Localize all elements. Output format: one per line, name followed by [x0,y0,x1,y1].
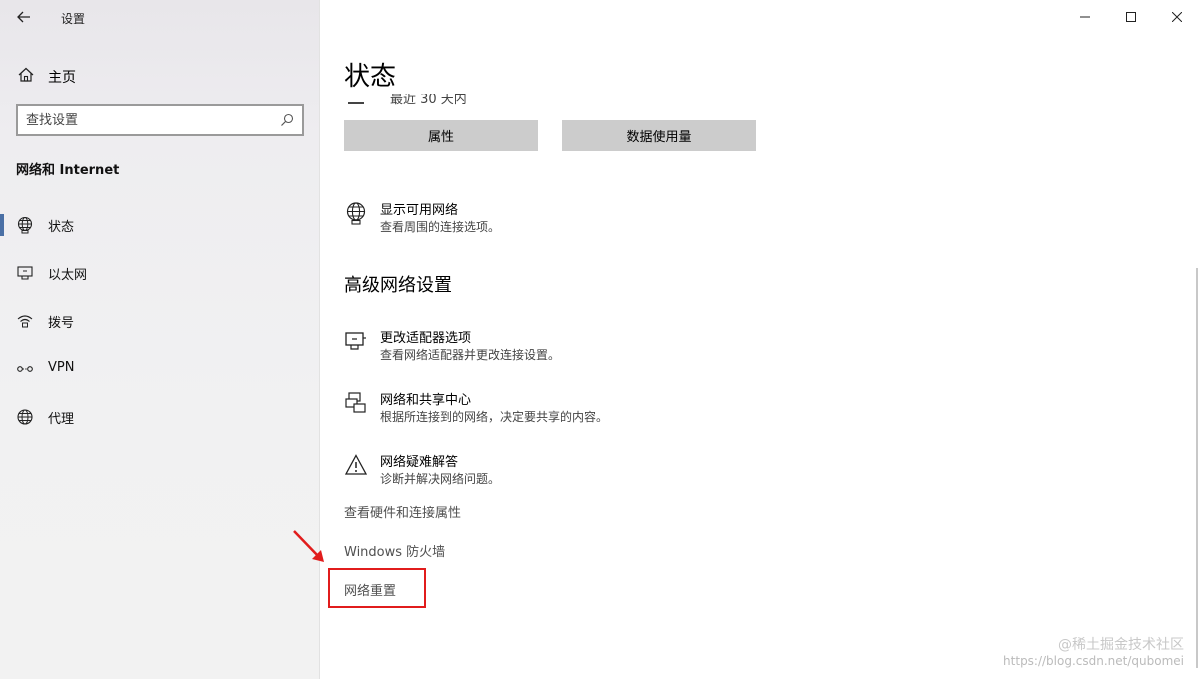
sharing-center-icon [345,392,366,413]
annotation-highlight-box [328,568,426,608]
watermark-line1: @稀土掘金技术社区 [1058,637,1184,653]
search-input[interactable] [26,111,266,129]
clipped-usage-row: 最近 30 天内 [344,94,644,106]
adapter-icon [345,332,366,350]
home-icon [18,67,34,82]
watermark-line2: https://blog.csdn.net/qubomei [1003,654,1184,668]
sharing-center-item[interactable]: 网络和共享中心 根据所连接到的网络，决定要共享的内容。 [344,389,844,429]
item-description: 根据所连接到的网络，决定要共享的内容。 [380,410,609,424]
show-networks-item[interactable]: 显示可用网络 查看周围的连接选项。 [344,199,844,239]
hardware-properties-link[interactable]: 查看硬件和连接属性 [344,502,461,521]
data-usage-icon [348,94,364,104]
sidebar-item-vpn[interactable]: VPN [0,351,320,387]
dialup-icon [17,315,33,328]
scrollbar[interactable] [1196,268,1198,668]
sidebar-item-home[interactable]: 主页 [0,60,320,90]
sidebar: 设置 主页 网络和 Internet 状态 [0,0,320,679]
sidebar-item-label: 代理 [48,412,75,427]
advanced-settings-heading: 高级网络设置 [344,275,452,296]
search-box[interactable] [16,104,304,136]
globe-icon [17,216,33,234]
back-arrow-icon [17,11,30,23]
sidebar-item-label: VPN [48,360,75,375]
app-title: 设置 [61,12,86,26]
caption-buttons [1062,0,1200,34]
maximize-button[interactable] [1108,0,1154,34]
sidebar-item-status[interactable]: 状态 [0,207,320,243]
section-title: 网络和 Internet [16,163,120,178]
proxy-globe-icon [17,409,33,425]
troubleshoot-item[interactable]: 网络疑难解答 诊断并解决网络问题。 [344,451,844,491]
sidebar-item-proxy[interactable]: 代理 [0,399,320,435]
item-title: 更改适配器选项 [380,331,472,346]
sidebar-item-dialup[interactable]: 拨号 [0,303,320,339]
item-description: 诊断并解决网络问题。 [380,472,501,486]
title-bar: 设置 [0,0,320,34]
close-button[interactable] [1154,0,1200,34]
annotation-arrow-icon [293,530,324,562]
sidebar-item-label: 主页 [48,70,76,86]
search-icon[interactable] [280,113,294,127]
item-title: 网络疑难解答 [380,455,459,470]
sidebar-item-label: 以太网 [48,268,88,283]
item-title: 显示可用网络 [380,203,459,218]
minimize-button[interactable] [1062,0,1108,34]
vpn-icon [17,366,33,372]
data-usage-button[interactable]: 数据使用量 [562,120,756,151]
main-content: 状态 最近 30 天内 属性 数据使用量 显示可用网络 查看周围的连接选项。 高… [320,0,1200,679]
globe-network-icon [346,202,366,225]
item-title: 网络和共享中心 [380,393,472,408]
item-description: 查看网络适配器并更改连接设置。 [380,348,561,362]
firewall-link[interactable]: Windows 防火墙 [344,541,445,560]
sidebar-item-ethernet[interactable]: 以太网 [0,255,320,291]
minimize-icon [1080,16,1090,18]
maximize-icon [1126,12,1136,22]
sidebar-item-label: 状态 [48,220,75,235]
item-description: 查看周围的连接选项。 [380,220,501,234]
page-title: 状态 [344,62,397,92]
properties-button[interactable]: 属性 [344,120,538,151]
watermark: @稀土掘金技术社区 https://blog.csdn.net/qubomei [1003,637,1184,669]
back-button[interactable] [8,2,40,32]
warning-icon [344,454,368,475]
sidebar-item-label: 拨号 [48,316,75,331]
adapter-options-item[interactable]: 更改适配器选项 查看网络适配器并更改连接设置。 [344,327,844,367]
clipped-usage-text: 最近 30 天内 [390,94,467,106]
close-icon [1172,12,1182,22]
ethernet-icon [17,266,33,280]
settings-window: 设置 主页 网络和 Internet 状态 [0,0,1200,679]
